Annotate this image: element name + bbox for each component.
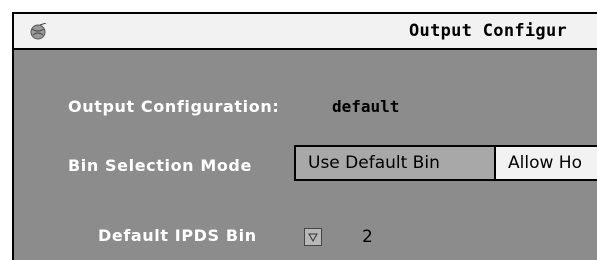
allow-host-button[interactable]: Allow Ho: [494, 145, 597, 181]
window-title: Output Configur: [409, 21, 568, 41]
default-ipds-bin-value: 2: [362, 227, 373, 247]
output-configuration-window: Output Configur Output Configuration: de…: [12, 12, 597, 260]
bin-selection-mode-label: Bin Selection Mode: [68, 156, 252, 175]
output-configuration-value: default: [332, 97, 400, 116]
output-configuration-label: Output Configuration:: [68, 97, 280, 116]
chevron-down-icon: [308, 233, 318, 243]
use-default-bin-button[interactable]: Use Default Bin: [294, 145, 496, 181]
default-ipds-bin-dropdown[interactable]: [304, 228, 322, 246]
default-ipds-bin-label: Default IPDS Bin: [98, 226, 257, 245]
title-bar[interactable]: Output Configur: [14, 14, 597, 50]
globe-icon[interactable]: [28, 23, 48, 41]
